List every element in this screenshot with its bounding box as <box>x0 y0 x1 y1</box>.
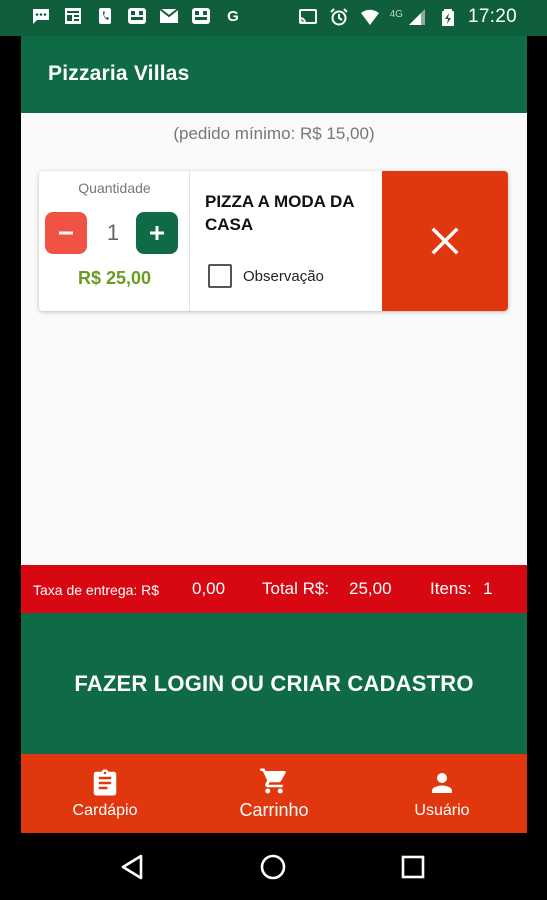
minus-icon <box>59 231 73 235</box>
nav-item-usuario[interactable]: Usuário <box>401 754 483 833</box>
bottom-navigation: Cardápio Carrinho Usuário <box>21 754 527 833</box>
app-title: Pizzaria Villas <box>48 62 190 85</box>
cart-icon <box>260 768 286 794</box>
clock: 17:20 <box>467 6 517 27</box>
nav-label-usuario: Usuário <box>414 801 470 819</box>
minimum-order-note: (pedido mínimo: R$ 15,00) <box>173 124 375 143</box>
app-icon <box>126 6 148 26</box>
app-screen: Pizzaria Villas (pedido mínimo: R$ 15,00… <box>21 36 527 833</box>
cart-item-card: Quantidade 1 R$ 25,00 PIZZA A MODA DA CA… <box>39 171 508 311</box>
nav-item-cardapio[interactable]: Cardápio <box>65 754 145 833</box>
item-name: PIZZA A MODA DA CASA <box>205 192 354 234</box>
alarm-icon <box>328 7 350 27</box>
person-icon <box>432 772 452 793</box>
nav-label-cardapio: Cardápio <box>72 801 138 819</box>
news-icon <box>62 6 84 26</box>
system-status-icons: 4G 17:20 <box>297 6 517 28</box>
remove-item-button[interactable] <box>382 171 508 311</box>
observation-checkbox[interactable] <box>208 264 232 288</box>
decrease-quantity-button[interactable] <box>45 212 87 254</box>
network-type: 4G <box>389 8 403 20</box>
observation-label: Observação <box>243 267 324 285</box>
nav-label-carrinho: Carrinho <box>239 800 309 820</box>
status-bar: G 4G 17:20 <box>0 0 547 36</box>
nav-item-carrinho[interactable]: Carrinho <box>228 754 320 833</box>
system-navigation-bar <box>0 833 547 900</box>
phone-frame: G 4G 17:20 Pizzaria Villas (pedido mínim… <box>0 0 547 900</box>
chat-icon <box>30 6 52 26</box>
app-bar: Pizzaria Villas <box>21 36 527 113</box>
totals-bar: Taxa de entrega: R$ 0,00 Total R$: 25,00… <box>21 565 527 613</box>
wifi-icon <box>359 7 381 27</box>
total-label: Total R$: <box>262 579 330 598</box>
google-icon: G <box>227 7 239 25</box>
delivery-fee-value: 0,00 <box>192 579 226 598</box>
phone-icon <box>94 6 116 26</box>
increase-quantity-button[interactable] <box>136 212 178 254</box>
items-value: 1 <box>483 579 493 598</box>
notification-icons: G <box>30 6 244 26</box>
cast-icon <box>297 7 319 27</box>
app-icon <box>190 6 212 26</box>
items-label: Itens: <box>430 579 472 598</box>
quantity-value: 1 <box>106 220 120 245</box>
login-button[interactable]: FAZER LOGIN OU CRIAR CADASTRO <box>21 613 527 754</box>
mail-icon <box>158 6 180 26</box>
item-price: R$ 25,00 <box>77 268 152 288</box>
back-icon[interactable] <box>117 851 149 883</box>
battery-icon <box>437 7 459 27</box>
plus-icon <box>150 226 164 240</box>
quantity-section: Quantidade 1 R$ 25,00 <box>39 171 190 311</box>
close-icon <box>431 227 459 255</box>
recent-apps-icon[interactable] <box>397 851 429 883</box>
delivery-fee-label: Taxa de entrega: R$ <box>33 582 160 598</box>
quantity-label: Quantidade <box>78 180 151 196</box>
clipboard-icon <box>93 768 117 795</box>
signal-icon <box>406 7 428 27</box>
observation-toggle[interactable]: Observação <box>208 264 324 288</box>
total-value: 25,00 <box>349 579 392 598</box>
home-icon[interactable] <box>257 851 289 883</box>
